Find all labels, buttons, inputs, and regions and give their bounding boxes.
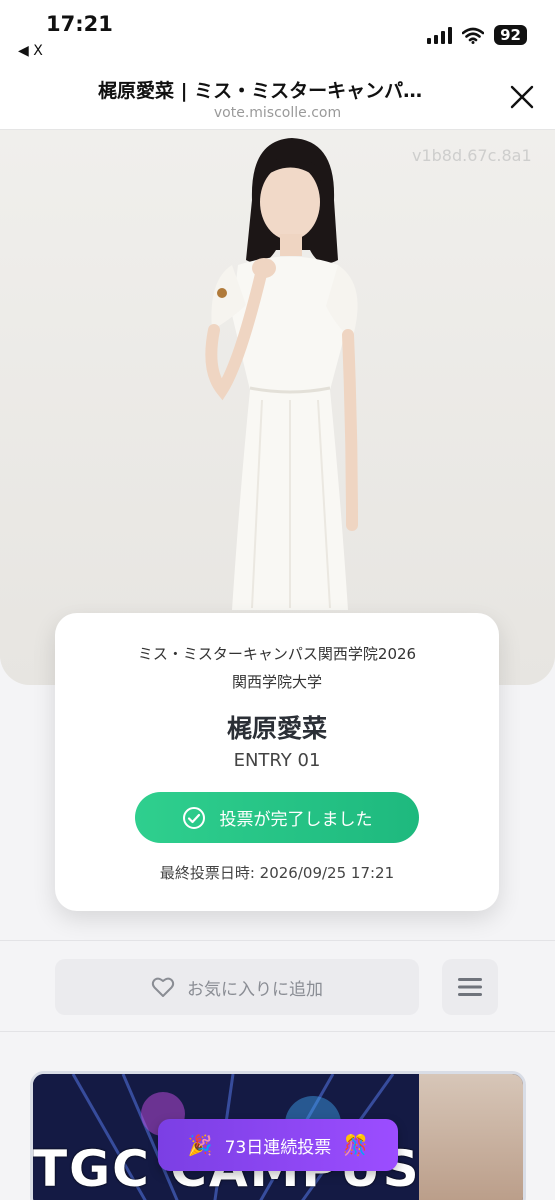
vote-streak-badge[interactable]: 🎉 73日連続投票 🎊 bbox=[158, 1119, 398, 1171]
menu-icon bbox=[458, 978, 482, 996]
vote-complete-button[interactable]: 投票が完了しました bbox=[135, 792, 419, 843]
add-favorite-button[interactable]: お気に入りに追加 bbox=[55, 959, 419, 1015]
back-to-app-link[interactable]: ◀ X bbox=[18, 43, 43, 59]
section-divider bbox=[0, 940, 555, 941]
confetti-icon: 🎊 bbox=[343, 1133, 369, 1157]
banner-portrait bbox=[419, 1074, 523, 1200]
watermark-top: v1b8d.67c.8a1 bbox=[412, 146, 532, 165]
battery-indicator: 92 bbox=[494, 25, 527, 45]
section-divider-2 bbox=[0, 1031, 555, 1032]
status-time: 17:21 bbox=[46, 12, 113, 36]
vote-streak-label: 73日連続投票 bbox=[224, 1137, 332, 1158]
entry-number: ENTRY 01 bbox=[233, 750, 321, 771]
status-indicators: 92 bbox=[427, 25, 527, 45]
status-bar: 17:21 ◀ X 92 bbox=[0, 0, 555, 70]
profile-card: ミス・ミスターキャンパス関西学院2026 関西学院大学 梶原愛菜 ENTRY 0… bbox=[55, 613, 499, 911]
hero-photo: v1b8d.67c.8a1 v1b8d.67c.8a1 bbox=[0, 130, 555, 685]
browser-header: 梶原愛菜 | ミス・ミスターキャンパ… vote.miscolle.com bbox=[0, 70, 555, 130]
vote-complete-label: 投票が完了しました bbox=[219, 810, 373, 830]
add-favorite-label: お気に入りに追加 bbox=[187, 979, 323, 1000]
close-icon[interactable] bbox=[509, 84, 535, 110]
candidate-name: 梶原愛菜 bbox=[226, 714, 327, 743]
cellular-signal-icon bbox=[427, 26, 453, 44]
portrait-photo-icon bbox=[0, 130, 555, 685]
university-name: 関西学院大学 bbox=[231, 673, 322, 691]
page-title: 梶原愛菜 | ミス・ミスターキャンパ… bbox=[98, 80, 423, 102]
event-name: ミス・ミスターキャンパス関西学院2026 bbox=[137, 645, 417, 663]
party-popper-icon: 🎉 bbox=[187, 1133, 213, 1157]
heart-icon bbox=[151, 977, 175, 997]
menu-button[interactable] bbox=[442, 959, 498, 1015]
last-vote-time: 最終投票日時: 2026/09/25 17:21 bbox=[159, 864, 395, 882]
wifi-icon bbox=[462, 27, 485, 44]
page-url: vote.miscolle.com bbox=[213, 105, 342, 121]
check-circle-icon bbox=[182, 806, 205, 829]
